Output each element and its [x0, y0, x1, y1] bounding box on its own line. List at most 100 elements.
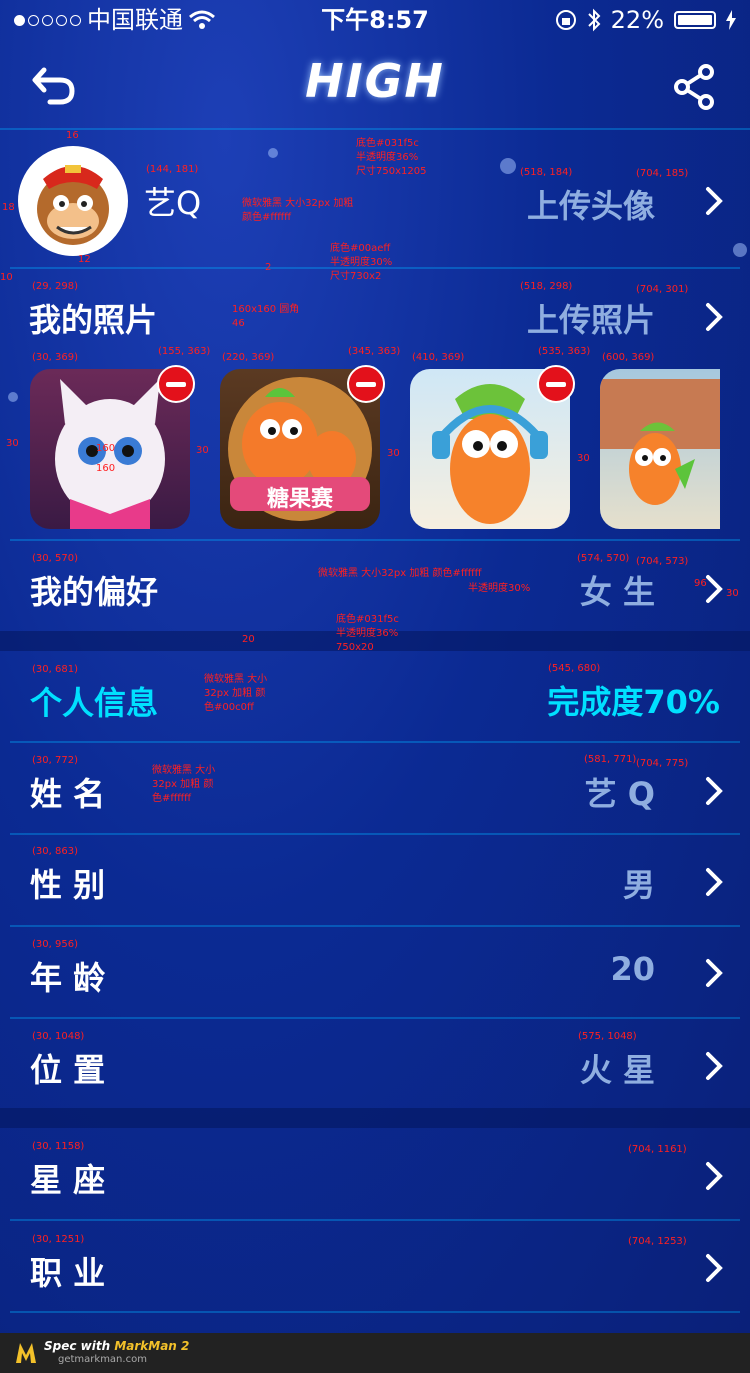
anno-coord: (30, 1048) [32, 1031, 85, 1042]
chevron-right-icon[interactable] [704, 1252, 724, 1284]
share-icon[interactable] [670, 62, 720, 112]
anno-coord: (30, 772) [32, 755, 78, 766]
preference-value[interactable]: 女 生 [580, 567, 655, 613]
preference-label: 我的偏好 [30, 573, 159, 611]
anno-coord: (545, 680) [548, 663, 601, 674]
anno-coord: (704, 301) [636, 284, 689, 295]
field-label-age: 年 龄 [30, 959, 106, 997]
anno-coord: (704, 1161) [628, 1144, 687, 1155]
anno-measure: 30 [387, 448, 400, 459]
anno-coord: (30, 369) [32, 352, 78, 363]
divider [10, 1311, 740, 1313]
field-label-zodiac: 星 座 [30, 1161, 106, 1199]
rotation-lock-icon [555, 10, 576, 30]
anno-measure: 160 [96, 463, 116, 474]
anno-note: 半透明度36% [356, 152, 419, 163]
upload-photo-link[interactable]: 上传照片 [527, 295, 655, 341]
chevron-right-icon[interactable] [704, 1160, 724, 1192]
anno-coord: (574, 570) [577, 553, 630, 564]
carrot-running-image [600, 379, 720, 505]
divider [0, 128, 750, 130]
anno-note: 色#ffffff [152, 793, 192, 804]
anno-coord: (144, 181) [146, 164, 199, 175]
anno-coord: (220, 369) [222, 352, 275, 363]
anno-coord: (535, 363) [538, 346, 591, 357]
anno-coord: (518, 298) [520, 281, 573, 292]
anno-note: 微软雅黑 大小32px 加粗 颜色#ffffff [318, 568, 482, 579]
anno-note: 尺寸730x2 [330, 271, 382, 282]
anno-note: 46 [232, 318, 245, 329]
field-value-age[interactable]: 20 [610, 950, 655, 988]
anno-note: 半透明度30% [330, 257, 393, 268]
chevron-right-icon[interactable] [704, 866, 724, 898]
divider [10, 833, 740, 835]
anno-coord: (30, 863) [32, 846, 78, 857]
anno-note: 半透明度36% [336, 628, 399, 639]
photo-thumbnail[interactable] [600, 369, 720, 529]
divider [10, 741, 740, 743]
markman-logo-icon [16, 1343, 36, 1363]
star-decoration [268, 148, 278, 158]
anno-measure: 30 [6, 438, 19, 449]
personal-info-label: 个人信息 [30, 684, 159, 722]
photo-caption: 糖果赛 [266, 487, 333, 512]
nav-bar: HIGH [0, 40, 750, 128]
anno-coord: (704, 573) [636, 556, 689, 567]
chevron-right-icon[interactable] [704, 185, 724, 217]
anno-measure: 18 [2, 202, 15, 213]
anno-note: 半透明度30% [468, 583, 531, 594]
completion-value: 完成度70% [547, 683, 720, 721]
chevron-right-icon[interactable] [704, 301, 724, 333]
chevron-right-icon[interactable] [704, 1050, 724, 1082]
divider [10, 539, 740, 541]
anno-note: 底色#00aeff [330, 243, 391, 254]
anno-coord: (410, 369) [412, 352, 465, 363]
bluetooth-icon [587, 8, 601, 32]
remove-photo-button[interactable] [537, 365, 575, 403]
profile-name: 艺Q [144, 184, 202, 222]
battery-icon [674, 11, 716, 29]
chevron-right-icon[interactable] [704, 775, 724, 807]
field-value-location[interactable]: 火 星 [580, 1045, 655, 1091]
anno-measure: 16 [66, 130, 79, 141]
star-decoration [8, 392, 18, 402]
footer-brand: Spec with MarkMan 2 [44, 1339, 190, 1353]
anno-note: 颜色#ffffff [242, 212, 292, 223]
section-gap [0, 1108, 750, 1128]
anno-coord: (30, 681) [32, 664, 78, 675]
field-label-name: 姓 名 [30, 775, 106, 813]
anno-measure: 10 [0, 272, 13, 283]
anno-note: 底色#031f5c [356, 138, 419, 149]
photos-label: 我的照片 [29, 301, 158, 339]
star-decoration [733, 243, 747, 257]
field-value-gender[interactable]: 男 [623, 860, 655, 906]
anno-note: 尺寸750x1205 [356, 166, 427, 177]
anno-coord: (704, 775) [636, 758, 689, 769]
star-decoration [500, 158, 516, 174]
anno-coord: (704, 185) [636, 168, 689, 179]
chevron-right-icon[interactable] [704, 573, 724, 605]
divider [10, 925, 740, 927]
anno-coord: (30, 1158) [32, 1141, 85, 1152]
anno-coord: (581, 771) [584, 754, 637, 765]
anno-note: 微软雅黑 大小 [152, 765, 216, 776]
charging-icon [726, 10, 736, 30]
anno-coord: (345, 363) [348, 346, 401, 357]
anno-note: 底色#031f5c [336, 614, 399, 625]
anno-coord: (30, 570) [32, 553, 78, 564]
battery-percent: 22% [610, 6, 664, 34]
remove-photo-button[interactable] [157, 365, 195, 403]
remove-photo-button[interactable] [347, 365, 385, 403]
page-title: HIGH [305, 54, 445, 108]
avatar[interactable] [18, 146, 128, 256]
chevron-right-icon[interactable] [704, 957, 724, 989]
anno-coord: (600, 369) [602, 352, 655, 363]
anno-measure: 30 [726, 588, 739, 599]
field-value-name[interactable]: 艺 Q [585, 769, 655, 815]
anno-note: 32px 加粗 颜 [204, 688, 266, 699]
divider [10, 1017, 740, 1019]
upload-avatar-link[interactable]: 上传头像 [527, 181, 655, 227]
anno-coord: (29, 298) [32, 281, 78, 292]
anno-note: 32px 加粗 颜 [152, 779, 214, 790]
field-label-location: 位 置 [30, 1051, 106, 1089]
